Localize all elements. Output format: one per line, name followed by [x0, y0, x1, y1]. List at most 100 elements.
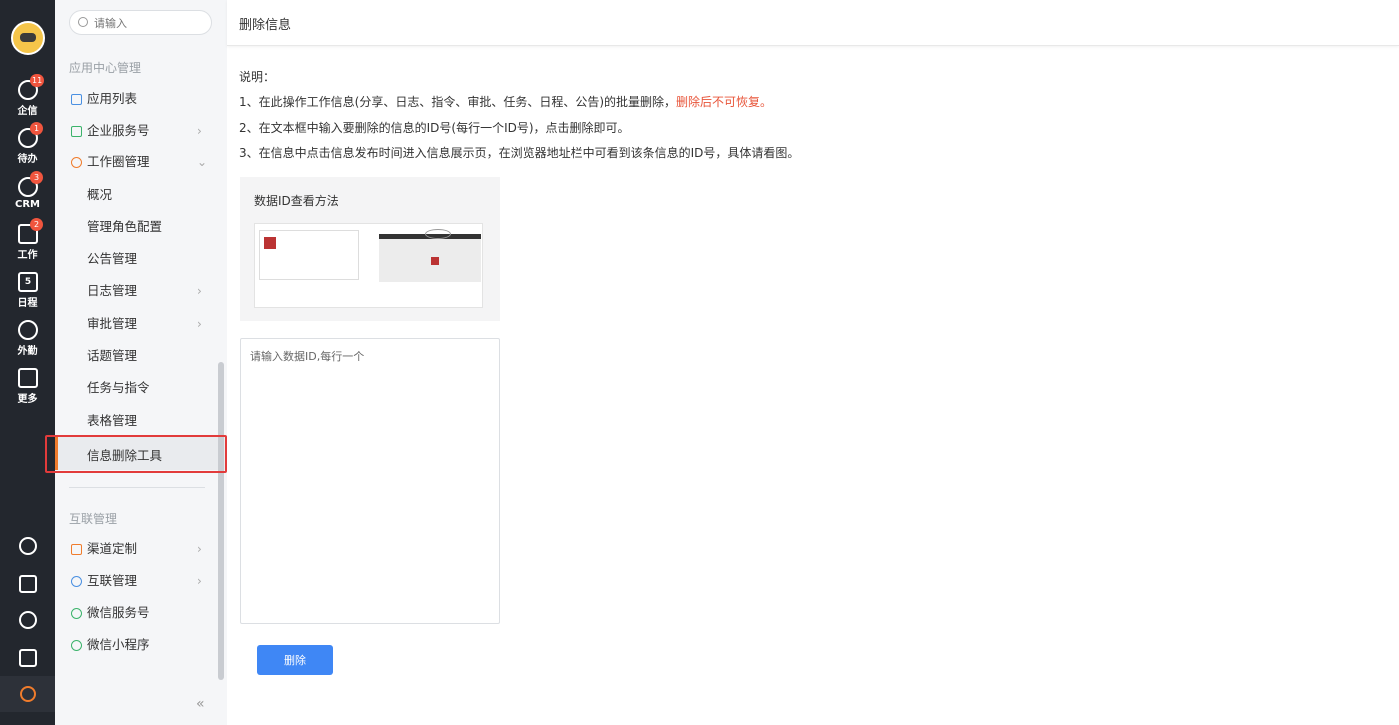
page-title: 删除信息: [239, 18, 292, 33]
sidebar-item-label: 日志管理: [87, 283, 138, 298]
id-help-screenshot[interactable]: [254, 223, 483, 308]
delete-button[interactable]: 删除: [257, 645, 333, 675]
sidebar-item-table[interactable]: 表格管理: [55, 405, 227, 437]
sidebar-item-label: 公告管理: [87, 251, 138, 266]
sidebar-item-delete-tool[interactable]: 信息删除工具: [55, 436, 227, 470]
sidebar-item-log[interactable]: 日志管理 ›: [55, 275, 227, 307]
sidebar-item-label: 表格管理: [87, 413, 138, 428]
chevron-right-icon: ›: [197, 124, 202, 138]
compass-icon: [71, 157, 82, 168]
clock-icon[interactable]: [19, 611, 37, 629]
rail-item-more[interactable]: 更多: [0, 366, 55, 410]
sidebar: 应用中心管理 应用列表 企业服务号 › 工作圈管理 ⌄ 概况 管理角色配置 公告…: [55, 0, 227, 725]
chevron-right-icon: ›: [197, 317, 202, 331]
calendar-icon: 5: [18, 272, 38, 292]
page-header: 删除信息: [227, 0, 1399, 46]
app-rail: 11 企信 1 待办 3 CRM 2 工作 5 日程 外勤 更多: [0, 0, 55, 725]
sidebar-item-label: 话题管理: [87, 348, 138, 363]
sidebar-item-wechat-service[interactable]: 微信服务号: [55, 597, 227, 629]
sidebar-scrollbar[interactable]: [218, 362, 224, 680]
rail-item-todo[interactable]: 1 待办: [0, 122, 55, 170]
rail-label-more: 更多: [17, 394, 38, 405]
sidebar-item-label: 管理角色配置: [87, 219, 163, 234]
sidebar-item-task[interactable]: 任务与指令: [55, 372, 227, 404]
note-line-2: 2、在文本框中输入要删除的信息的ID号(每行一个ID号)，点击删除即可。: [239, 121, 630, 135]
screenshot-browser-panel: [379, 229, 481, 282]
note-1-text: 1、在此操作工作信息(分享、日志、指令、审批、任务、日程、公告)的批量删除，: [239, 95, 677, 109]
help-icon[interactable]: [19, 537, 37, 555]
settings-button[interactable]: [0, 676, 55, 712]
document-icon[interactable]: [19, 575, 37, 593]
service-icon: [71, 126, 82, 137]
sidebar-item-label: 任务与指令: [87, 380, 150, 395]
sidebar-item-label: 概况: [87, 187, 113, 202]
sidebar-item-app-list[interactable]: 应用列表: [55, 83, 227, 115]
note-title: 说明：: [239, 70, 276, 84]
rail-item-qixin[interactable]: 11 企信: [0, 74, 55, 122]
wechat-icon: [71, 608, 82, 619]
collapse-sidebar-button[interactable]: «: [196, 696, 205, 712]
badge-todo: 1: [30, 122, 43, 135]
sidebar-item-wechat-miniprogram[interactable]: 微信小程序: [55, 629, 227, 661]
divider: [69, 487, 205, 488]
chevron-right-icon: ›: [197, 284, 202, 298]
rail-label-field: 外勤: [17, 346, 38, 357]
group-title-app-center: 应用中心管理: [69, 61, 142, 75]
sidebar-item-label: 互联管理: [87, 573, 138, 588]
miniprogram-icon: [71, 640, 82, 651]
screenshot-avatar: [264, 237, 276, 249]
rail-label-qixin: 企信: [17, 106, 38, 117]
group-title-interconnect: 互联管理: [69, 512, 118, 526]
screenshot-avatar: [431, 257, 439, 265]
sidebar-item-channel[interactable]: 渠道定制 ›: [55, 533, 227, 565]
screenshot-post-panel: [259, 230, 359, 280]
data-id-input[interactable]: [240, 338, 500, 624]
sidebar-item-overview[interactable]: 概况: [55, 179, 227, 211]
sidebar-item-service-account[interactable]: 企业服务号 ›: [55, 115, 227, 147]
rail-item-crm[interactable]: 3 CRM: [0, 171, 55, 219]
sidebar-item-label: 微信小程序: [87, 637, 150, 652]
rail-item-work[interactable]: 2 工作: [0, 218, 55, 266]
gear-icon: [20, 686, 36, 702]
sidebar-item-label: 信息删除工具: [87, 448, 163, 463]
sidebar-item-label: 渠道定制: [87, 541, 138, 556]
contacts-icon[interactable]: [19, 649, 37, 667]
main-content: 说明： 1、在此操作工作信息(分享、日志、指令、审批、任务、日程、公告)的批量删…: [227, 47, 1399, 725]
badge-work: 2: [30, 218, 43, 231]
chevron-right-icon: ›: [197, 542, 202, 556]
rail-label-todo: 待办: [17, 154, 38, 165]
chevron-right-icon: ›: [197, 574, 202, 588]
building-icon: [71, 544, 82, 555]
search-box[interactable]: [69, 10, 212, 35]
sidebar-item-role-config[interactable]: 管理角色配置: [55, 211, 227, 243]
sidebar-item-label: 工作圈管理: [87, 154, 150, 169]
location-pin-icon: [18, 320, 38, 340]
note-1-warning: 删除后不可恢复。: [676, 95, 773, 109]
user-avatar[interactable]: [11, 21, 45, 55]
rail-label-work: 工作: [17, 250, 38, 261]
grid-icon: [18, 368, 38, 388]
app-grid-icon: [71, 94, 82, 105]
badge-crm: 3: [30, 171, 43, 184]
note-line-3: 3、在信息中点击信息发布时间进入信息展示页，在浏览器地址栏中可看到该条信息的ID…: [239, 146, 800, 160]
sidebar-item-interconnect[interactable]: 互联管理 ›: [55, 565, 227, 597]
rail-label-crm: CRM: [15, 199, 40, 210]
search-icon: [78, 17, 88, 27]
sidebar-item-label: 企业服务号: [87, 123, 150, 138]
link-rings-icon: [71, 576, 82, 587]
note-line-1: 1、在此操作工作信息(分享、日志、指令、审批、任务、日程、公告)的批量删除，删除…: [239, 93, 772, 110]
rail-item-field[interactable]: 外勤: [0, 318, 55, 362]
sidebar-item-approval[interactable]: 审批管理 ›: [55, 308, 227, 340]
sidebar-item-label: 微信服务号: [87, 605, 150, 620]
rail-item-schedule[interactable]: 5 日程: [0, 270, 55, 314]
search-input[interactable]: [94, 15, 204, 31]
sidebar-item-label: 审批管理: [87, 316, 138, 331]
rail-label-schedule: 日程: [17, 298, 38, 309]
sidebar-item-topic[interactable]: 话题管理: [55, 340, 227, 372]
chevron-down-icon: ⌄: [197, 155, 208, 169]
id-help-title: 数据ID查看方法: [254, 194, 339, 208]
sidebar-item-notice[interactable]: 公告管理: [55, 243, 227, 275]
sidebar-item-workcircle[interactable]: 工作圈管理 ⌄: [55, 146, 227, 178]
badge-qixin: 11: [30, 74, 45, 87]
sidebar-item-label: 应用列表: [87, 91, 138, 106]
